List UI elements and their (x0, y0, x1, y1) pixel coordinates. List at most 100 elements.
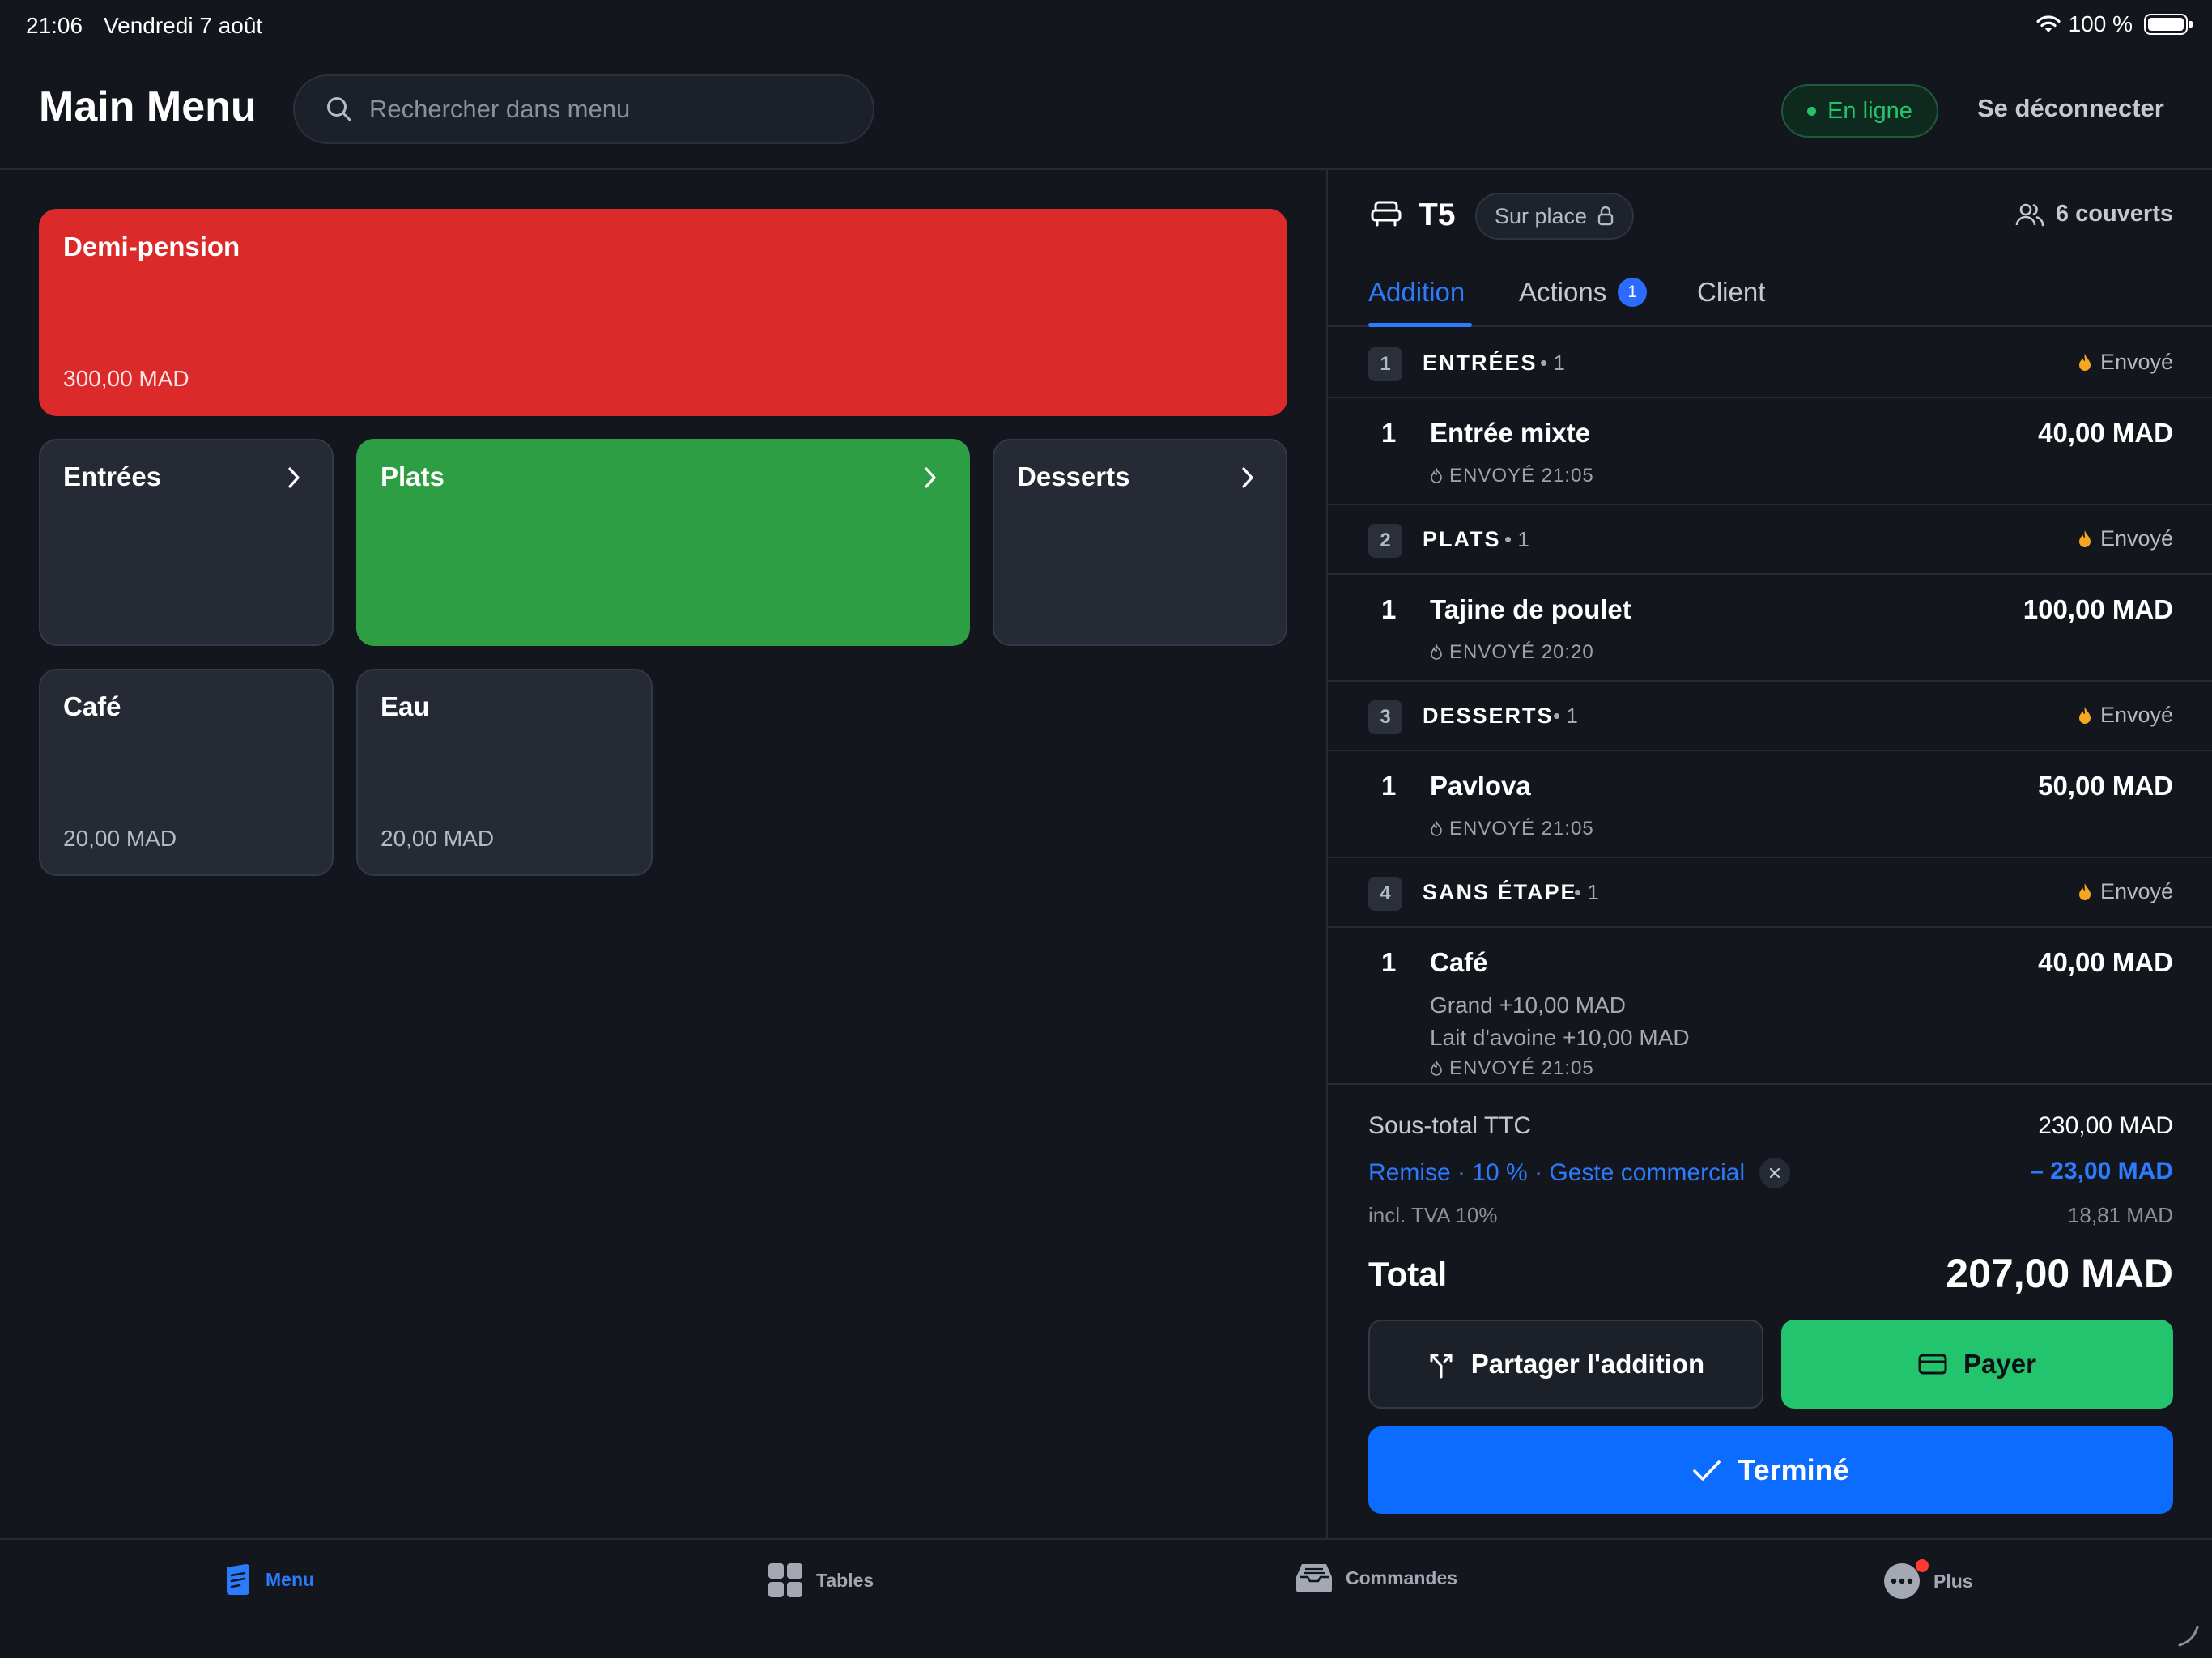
line-price: 40,00 MAD (2038, 947, 2173, 977)
flame-icon (2078, 529, 2091, 547)
subtotal-label: Sous-total TTC (1368, 1112, 1532, 1139)
flame-icon (2078, 353, 2091, 371)
pay-button[interactable]: Payer (1781, 1320, 2173, 1409)
tab-addition[interactable]: Addition (1368, 277, 1465, 308)
tax-label: incl. TVA 10% (1368, 1203, 1498, 1227)
order-line[interactable]: 1 Tajine de poulet 100,00 MAD ENVOYÉ 20:… (1328, 575, 2212, 682)
menu-item-cafe[interactable]: Café 20,00 MAD (39, 669, 334, 876)
step-number: 3 (1368, 700, 1402, 734)
done-label: Terminé (1738, 1453, 1849, 1486)
bottom-tab-bar: Menu Tables Commandes Plus (0, 1538, 2212, 1658)
line-price: 100,00 MAD (2023, 594, 2173, 624)
nav-label: Menu (266, 1568, 315, 1590)
course-header-desserts[interactable]: 3 DESSERTS • 1 Envoyé (1328, 682, 2212, 751)
total-label: Total (1368, 1255, 1448, 1293)
nav-tables[interactable]: Tables (768, 1562, 874, 1598)
course-status-label: Envoyé (2099, 526, 2173, 551)
order-line[interactable]: 1 Pavlova 50,00 MAD ENVOYÉ 21:05 (1328, 751, 2212, 858)
line-modifier: Grand +10,00 MAD (1430, 993, 1627, 1018)
split-bill-button[interactable]: Partager l'addition (1368, 1320, 1763, 1409)
nav-label: Plus (1933, 1570, 1973, 1592)
line-sent-status: ENVOYÉ 21:05 (1430, 465, 1594, 487)
notification-dot (1916, 1559, 1929, 1572)
total-value: 207,00 MAD (1946, 1251, 2173, 1296)
line-price: 50,00 MAD (2038, 771, 2173, 801)
course-count: • 1 (1574, 880, 1599, 904)
menu-item-price: 20,00 MAD (381, 826, 495, 851)
category-entrees[interactable]: Entrées (39, 439, 334, 646)
page-title: Main Menu (39, 83, 257, 130)
discount-value: – 23,00 MAD (2030, 1158, 2173, 1184)
menu-item-demi-pension[interactable]: Demi-pension 300,00 MAD (39, 209, 1287, 416)
menu-item-price: 20,00 MAD (63, 826, 177, 851)
service-mode-chip[interactable]: Sur place (1475, 193, 1635, 240)
service-mode-label: Sur place (1495, 203, 1588, 228)
order-line[interactable]: 1 Entrée mixte 40,00 MAD ENVOYÉ 21:05 (1328, 398, 2212, 505)
course-status: Envoyé (2078, 879, 2173, 904)
tab-actions[interactable]: Actions 1 (1519, 277, 1648, 308)
line-modifier: Lait d'avoine +10,00 MAD (1430, 1025, 1690, 1050)
chevron-right-icon (1242, 467, 1253, 488)
course-header-sans-etape[interactable]: 4 SANS ÉTAPE • 1 Envoyé (1328, 858, 2212, 928)
menu-item-price: 300,00 MAD (63, 366, 189, 391)
tab-label: Addition (1368, 277, 1465, 307)
line-quantity: 1 (1381, 594, 1397, 624)
split-bill-label: Partager l'addition (1470, 1349, 1705, 1379)
split-icon (1430, 1354, 1453, 1379)
course-count: • 1 (1553, 704, 1578, 728)
search-input[interactable] (369, 95, 855, 124)
flame-icon (2078, 882, 2091, 900)
battery-percent: 100 % (2068, 11, 2133, 36)
grid-icon (768, 1563, 802, 1597)
menu-item-name: Demi-pension (63, 232, 240, 261)
flame-outline-icon (1431, 468, 1442, 483)
more-icon (1884, 1563, 1920, 1599)
table-number: T5 (1419, 198, 1456, 232)
flame-outline-icon (1431, 1061, 1442, 1076)
flame-icon (2078, 706, 2091, 724)
app-header: Main Menu En ligne Se déconnecter (0, 52, 2212, 170)
line-quantity: 1 (1381, 947, 1397, 977)
inbox-tray-icon (1296, 1564, 1332, 1592)
menu-item-name: Café (63, 691, 121, 721)
sent-time: ENVOYÉ 20:20 (1449, 641, 1594, 663)
checkmark-icon (1693, 1460, 1721, 1481)
done-button[interactable]: Terminé (1368, 1426, 2173, 1514)
course-header-plats[interactable]: 2 PLATS • 1 Envoyé (1328, 505, 2212, 575)
course-status: Envoyé (2078, 526, 2173, 551)
logout-button[interactable]: Se déconnecter (1977, 94, 2164, 123)
step-number: 4 (1368, 877, 1402, 911)
category-plats[interactable]: Plats (356, 439, 970, 646)
online-dot-icon (1807, 106, 1817, 116)
sent-time: ENVOYÉ 21:05 (1449, 818, 1594, 840)
tab-label: Actions (1519, 277, 1607, 307)
resize-grip-icon (2178, 1626, 2199, 1647)
search-field[interactable] (293, 74, 874, 144)
chevron-right-icon (925, 467, 936, 488)
course-status: Envoyé (2078, 703, 2173, 728)
menu-book-icon (227, 1564, 249, 1595)
discount-row[interactable]: Remise · 10 % · Geste commercial (1368, 1158, 1791, 1188)
step-number: 2 (1368, 524, 1402, 558)
course-status: Envoyé (2078, 350, 2173, 375)
order-line[interactable]: 1 Café 40,00 MAD Grand +10,00 MAD Lait d… (1328, 928, 2212, 1085)
category-desserts[interactable]: Desserts (993, 439, 1287, 646)
nav-plus[interactable]: Plus (1883, 1559, 1973, 1600)
line-name: Entrée mixte (1430, 418, 1591, 448)
line-name: Tajine de poulet (1430, 594, 1631, 624)
course-name: DESSERTS (1423, 704, 1554, 728)
course-header-entrees[interactable]: 1 ENTRÉES • 1 Envoyé (1328, 329, 2212, 398)
tab-badge: 1 (1618, 278, 1648, 307)
nav-commandes[interactable]: Commandes (1295, 1562, 1457, 1593)
line-quantity: 1 (1381, 418, 1397, 448)
line-sent-status: ENVOYÉ 21:05 (1430, 1057, 1594, 1080)
tab-client[interactable]: Client (1697, 277, 1765, 308)
covers-label: 6 couverts (2055, 201, 2173, 227)
remove-discount-button[interactable] (1759, 1158, 1791, 1188)
covers-count[interactable]: 6 couverts (2015, 201, 2173, 227)
flame-outline-icon (1431, 644, 1442, 660)
line-quantity: 1 (1381, 771, 1397, 801)
menu-item-eau[interactable]: Eau 20,00 MAD (356, 669, 653, 876)
sent-time: ENVOYÉ 21:05 (1449, 465, 1594, 487)
nav-menu[interactable]: Menu (223, 1562, 314, 1596)
